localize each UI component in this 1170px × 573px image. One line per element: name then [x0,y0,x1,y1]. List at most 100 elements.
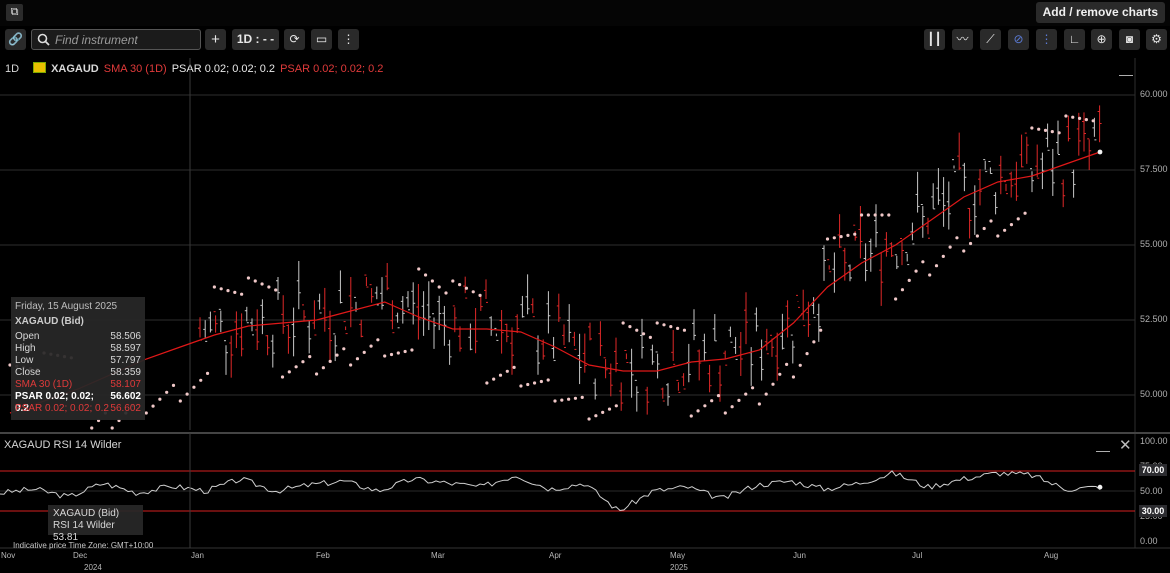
month-tick-label: Dec [73,551,88,560]
psar-dot [1057,131,1061,135]
month-tick-label: Jan [191,551,204,560]
rsi-tick-label: 100.00 [1140,436,1168,446]
psar-dot [560,398,564,402]
psar-dot [301,360,305,364]
sma-30-line [9,151,1101,414]
psar-dot [165,390,169,394]
psar-dot [819,328,823,332]
psar-dot [205,371,210,375]
tooltip-date: Friday, 15 August 2025 [15,301,118,312]
minimize-rsi-panel-button[interactable]: — [1096,443,1110,457]
psar-dot [580,395,584,399]
month-tick-label: May [670,551,686,560]
psar-dot [839,235,843,239]
month-tick-label: Apr [549,551,562,560]
psar-dot [396,351,400,355]
price-tick-label: 52.500 [1140,314,1168,324]
psar-dot [369,344,373,348]
psar-dot [982,226,986,231]
price-tick-label: 60.000 [1140,89,1168,99]
psar-dot [907,278,911,282]
psar-dot [280,375,285,379]
psar-dot [655,321,659,325]
month-tick-label: Jun [793,551,806,560]
psar-dot [873,213,877,217]
psar-dot [144,411,148,415]
psar-dot [573,396,578,400]
psar-dot [539,379,543,384]
psar-dot [962,249,966,253]
psar-dot [485,381,489,385]
psar-dot [785,362,789,366]
psar-dot [342,347,346,351]
psar-dot [703,404,707,408]
psar-dot [417,267,421,271]
psar-dot [750,386,755,390]
price-chart[interactable] [0,0,1170,573]
psar-dot [403,349,407,354]
psar-dot [328,359,332,363]
psar-dot [621,321,625,325]
psar-dot [880,213,884,217]
psar-dot [308,355,312,359]
psar-dot [791,375,796,379]
psar-dot [389,352,394,357]
psar-dot [887,213,891,217]
psar-dot [430,279,434,283]
psar-dot [812,340,816,344]
tooltip-row-sma: SMA 30 (1D) 58.107 [15,379,141,390]
psar-dot [941,254,945,258]
psar-dot [1071,115,1075,119]
psar-dot [587,417,591,421]
psar-dot [730,405,734,409]
psar-dot [532,381,537,385]
psar-dot [662,323,666,327]
psar-dot [894,297,898,301]
psar-dot [383,354,387,358]
psar-dot [219,287,223,291]
psar-dot [444,291,448,295]
rsi-upper-badge: 70.00 [1139,464,1167,476]
psar-dot [410,348,414,352]
psar-dot [233,290,237,294]
psar-dot [1003,228,1007,232]
price-grid [0,58,1136,548]
psar-dot [1064,114,1068,118]
psar-dot [1016,217,1020,221]
psar-dot [778,372,782,376]
indicative-price-note: Indicative price Time Zone: GMT+10:00 [13,541,154,550]
price-tick-label: 55.000 [1140,239,1168,249]
psar-dot [253,279,257,283]
psar-dot [355,357,360,361]
tooltip-row-psar-white: PSAR 0.02; 0.02; 0.2 56.602 [15,391,141,414]
psar-dot [968,241,973,246]
psar-dot [1091,119,1095,123]
tooltip-row-psar-red: PSAR 0.02; 0.02; 0.2 56.602 [15,403,141,414]
psar-dot [1037,127,1041,131]
psar-dot [710,399,714,403]
month-tick-label: Nov [1,551,16,560]
rsi-title[interactable]: XAGAUD RSI 14 Wilder [4,439,121,451]
close-rsi-panel-icon[interactable]: ✕ [1119,438,1132,453]
psar-dot [853,232,857,236]
psar-dot [192,385,196,389]
psar-dot [614,404,618,408]
psar-dot [437,285,441,289]
psar-dot [676,326,680,330]
psar-dot [846,233,850,237]
psar-dot [771,382,775,386]
psar-dot [260,282,264,286]
psar-dot [648,335,652,339]
psar-dot [226,289,230,293]
psar-dot [199,378,203,382]
psar-dot [996,234,1000,238]
psar-dot [185,392,189,396]
psar-dot [764,392,768,396]
psar-dot [737,398,741,402]
tooltip-row-low: Low 57.797 [15,355,141,366]
psar-dot [553,399,557,403]
price-tick-label: 50.000 [1140,389,1168,399]
psar-dot [274,288,278,292]
psar-dot [921,260,925,264]
psar-dot [151,404,155,408]
